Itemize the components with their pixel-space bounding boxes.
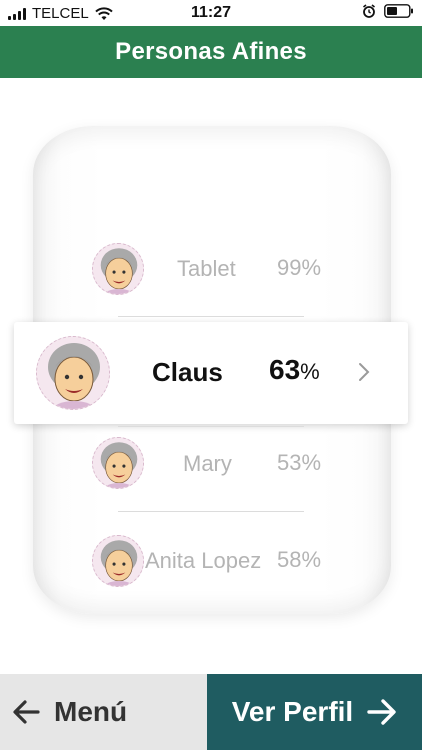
- status-right: [362, 4, 414, 18]
- row-divider: [118, 426, 304, 427]
- picker-item[interactable]: Tablet 99%: [0, 240, 422, 298]
- grandma-avatar-icon: [93, 438, 143, 488]
- status-bar: TELCEL 11:27: [0, 0, 422, 26]
- view-profile-button-label: Ver Perfil: [231, 696, 354, 727]
- menu-button[interactable]: Menú: [0, 674, 207, 750]
- affinity-percent-sign: %: [300, 359, 320, 384]
- bottom-bar: Menú Ver Perfil: [0, 674, 422, 750]
- grandma-avatar-icon: [37, 337, 109, 409]
- status-time: 11:27: [190, 4, 232, 21]
- menu-button-label: Menú: [54, 696, 128, 727]
- person-name: Mary: [183, 451, 232, 476]
- avatar: [92, 535, 144, 587]
- grandma-avatar-icon: [93, 536, 143, 586]
- person-name: Tablet: [177, 256, 236, 281]
- picker-item[interactable]: Mary 53%: [0, 434, 422, 492]
- selected-picker-item[interactable]: Claus 63%: [14, 322, 408, 424]
- chevron-right-icon[interactable]: [358, 362, 370, 382]
- affinity-percent: 99%: [277, 255, 322, 280]
- picker-item[interactable]: Anita Lopez 58%: [0, 532, 422, 590]
- avatar: [36, 336, 110, 410]
- view-profile-button[interactable]: Ver Perfil: [207, 674, 422, 750]
- affinity-percent: 58%: [277, 547, 322, 572]
- page-title: Personas Afines: [115, 38, 307, 65]
- row-divider: [118, 316, 304, 317]
- affinity-percent-number: 63: [269, 354, 301, 385]
- app-header: Personas Afines: [0, 26, 422, 78]
- row-divider: [118, 511, 304, 512]
- grandma-avatar-icon: [93, 244, 143, 294]
- affinity-percent: 53%: [277, 450, 322, 475]
- person-name: Anita Lopez: [145, 548, 262, 573]
- person-name: Claus: [152, 357, 223, 387]
- arrow-right-icon: [367, 699, 396, 725]
- arrow-left-icon: [13, 700, 40, 724]
- alarm-icon: [363, 4, 375, 18]
- affinity-percent: 63%: [269, 354, 320, 386]
- avatar: [92, 243, 144, 295]
- battery-icon: [384, 4, 413, 18]
- avatar: [92, 437, 144, 489]
